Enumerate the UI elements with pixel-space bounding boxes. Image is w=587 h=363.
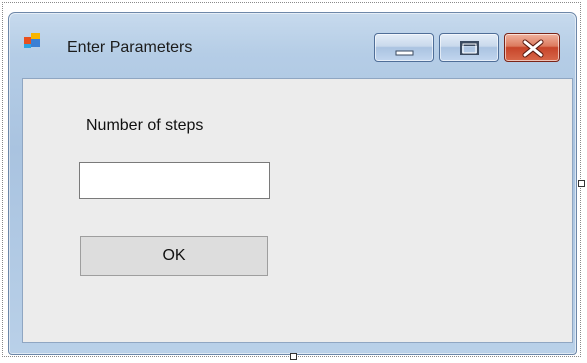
minimize-button[interactable] — [374, 33, 434, 62]
form-icon — [24, 33, 40, 48]
minimize-icon — [395, 50, 414, 56]
steps-label: Number of steps — [86, 117, 204, 134]
resize-handle-right[interactable] — [578, 180, 585, 187]
ok-button[interactable]: OK — [80, 236, 268, 276]
maximize-icon — [460, 41, 479, 55]
resize-handle-bottom[interactable] — [290, 353, 297, 360]
window-title: Enter Parameters — [67, 39, 193, 56]
maximize-button[interactable] — [439, 33, 499, 62]
steps-input[interactable] — [79, 162, 270, 199]
close-button[interactable] — [504, 33, 560, 62]
close-icon — [522, 39, 544, 58]
